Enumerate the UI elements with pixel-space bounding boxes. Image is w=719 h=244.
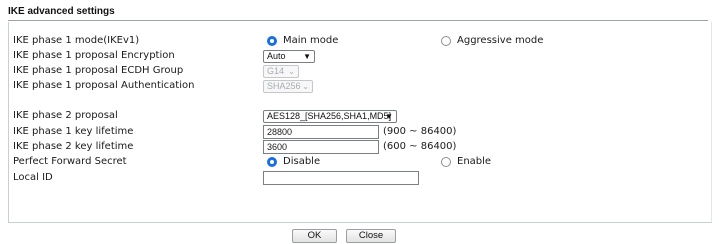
phase1-encryption-select[interactable]: Auto ▼ [263,50,315,63]
phase2-proposal-value: AES128_[SHA256,SHA1,MD5] [267,111,392,121]
chevron-down-icon: ⌄ [302,82,309,91]
phase1-auth-value: SHA256 [267,81,301,91]
phase1-ecdh-value: G14 [267,66,285,76]
radio-unselected-icon [441,35,451,46]
aggressive-mode-label: Aggressive mode [457,35,544,46]
phase1-encryption-value: Auto [267,51,286,61]
section-title: IKE advanced settings [8,4,708,21]
phase2-proposal-label: IKE phase 2 proposal [13,110,118,121]
chevron-down-icon: ⌄ [288,67,295,76]
pfs-label: Perfect Forward Secret [13,156,127,167]
phase1-auth-select: SHA256 ⌄ [263,80,313,93]
chevron-down-icon: ▼ [385,112,393,121]
aggressive-mode-radio[interactable]: Aggressive mode [441,35,543,46]
phase1-mode-label: IKE phase 1 mode(IKEv1) [13,35,140,46]
pfs-disable-radio[interactable]: Disable [267,156,320,167]
phase1-encryption-label: IKE phase 1 proposal Encryption [13,50,175,61]
radio-selected-icon [267,156,277,167]
pfs-enable-label: Enable [457,156,492,167]
main-mode-radio[interactable]: Main mode [267,35,338,46]
phase1-ecdh-label: IKE phase 1 proposal ECDH Group [13,65,184,76]
chevron-down-icon: ▼ [303,52,311,61]
main-mode-label: Main mode [283,35,339,46]
local-id-input[interactable] [263,171,419,185]
phase2-lifetime-input[interactable]: 3600 [263,140,379,154]
close-button[interactable]: Close [346,229,396,243]
settings-panel: IKE phase 1 mode(IKEv1) Main mode Aggres… [8,22,712,223]
radio-selected-icon [267,35,277,46]
phase1-lifetime-input[interactable]: 28800 [263,125,379,139]
phase2-proposal-select[interactable]: AES128_[SHA256,SHA1,MD5] ▼ [263,110,397,123]
local-id-label: Local ID [13,172,53,183]
phase1-lifetime-label: IKE phase 1 key lifetime [13,126,134,137]
pfs-disable-label: Disable [283,156,321,167]
pfs-enable-radio[interactable]: Enable [441,156,491,167]
radio-unselected-icon [441,156,451,167]
phase1-lifetime-range: (900 ~ 86400) [383,126,457,137]
ok-button[interactable]: OK [292,229,337,243]
phase2-lifetime-label: IKE phase 2 key lifetime [13,141,134,152]
phase2-lifetime-range: (600 ~ 86400) [383,141,457,152]
phase1-ecdh-select: G14 ⌄ [263,65,299,78]
phase1-auth-label: IKE phase 1 proposal Authentication [13,80,195,91]
